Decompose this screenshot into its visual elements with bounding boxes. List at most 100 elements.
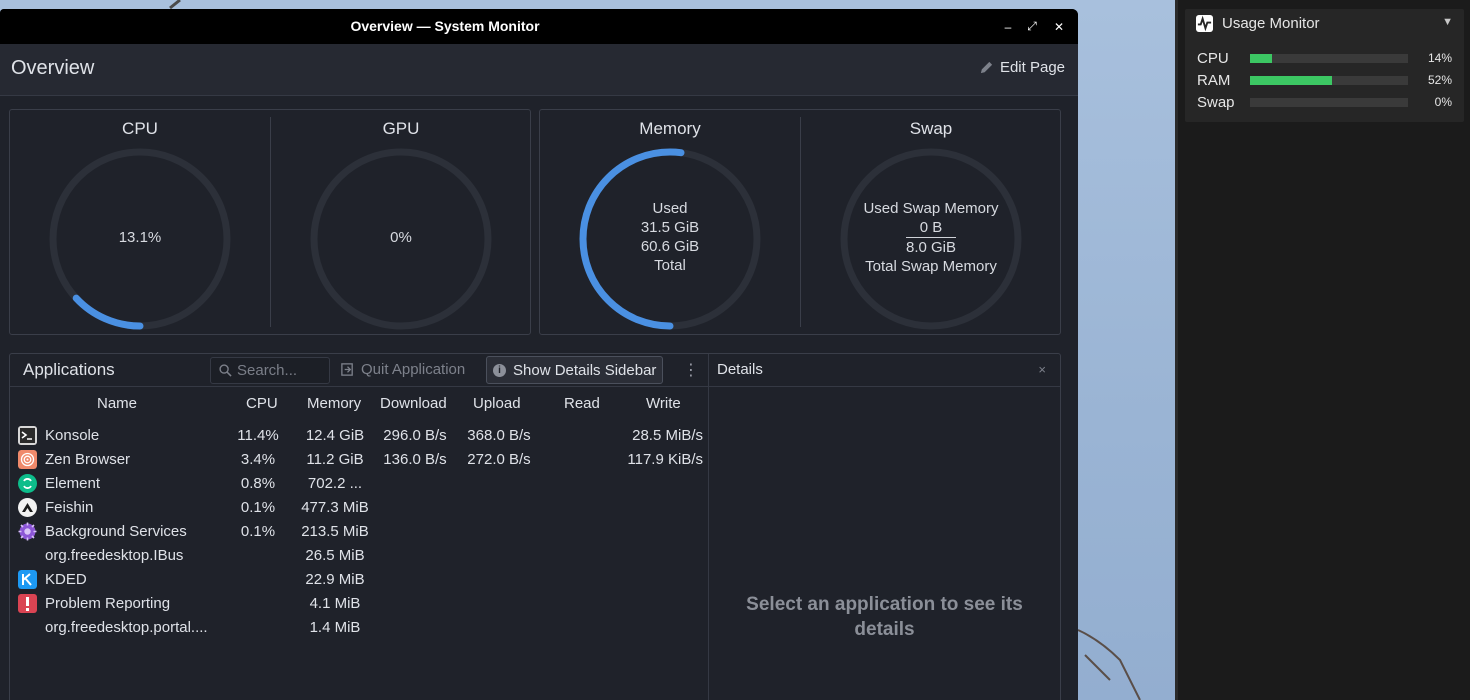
memory-cell: 477.3 MiB <box>301 499 369 516</box>
table-row[interactable]: org.freedesktop.IBus 26.5 MiB <box>10 544 708 568</box>
applications-title: Applications <box>23 360 115 379</box>
usage-bar-fill <box>1250 76 1333 85</box>
memory-cell: 26.5 MiB <box>305 547 365 564</box>
usage-value: 52% <box>1427 73 1452 87</box>
memory-cell: 702.2 ... <box>307 475 363 492</box>
app-name-cell: org.freedesktop.IBus <box>45 547 184 564</box>
write-cell: 117.9 KiB/s <box>627 451 703 468</box>
cpu-cell: 11.4% <box>237 427 279 444</box>
usage-row-swap: Swap 0% <box>1185 93 1464 113</box>
usage-label: CPU <box>1197 50 1229 67</box>
page-title: Overview <box>11 57 95 79</box>
cpu-cell: 3.4% <box>240 451 276 468</box>
memory-gauge-label: Used 31.5 GiB 60.6 GiB Total <box>580 199 760 275</box>
table-row[interactable]: Feishin 0.1% 477.3 MiB <box>10 496 708 520</box>
app-name-cell: Feishin <box>45 499 94 516</box>
close-icon[interactable]: ✕ <box>1046 9 1072 44</box>
table-row[interactable]: Konsole 11.4% 12.4 GiB 296.0 B/s 368.0 B/s 28… <box>10 424 708 448</box>
swap-used-value: 0 B <box>906 218 956 238</box>
memory-total-value: 60.6 GiB <box>640 238 700 255</box>
app-name-cell: KDED <box>45 571 87 588</box>
applications-toolbar: Applications Quit Application i Show Det… <box>10 354 708 387</box>
edit-page-button[interactable]: Edit Page <box>979 59 1065 76</box>
app-name-cell: Konsole <box>45 427 100 444</box>
memory-total-label: Total <box>654 257 686 274</box>
background-services-icon <box>18 522 37 541</box>
swap-gauge-title: Swap <box>909 119 953 138</box>
usage-value: 14% <box>1427 51 1452 65</box>
app-name-cell: Element <box>45 475 101 492</box>
memory-cell: 4.1 MiB <box>309 595 361 612</box>
table-row[interactable]: Background Services 0.1% 213.5 MiB <box>10 520 708 544</box>
column-header-write[interactable]: Write <box>646 395 681 412</box>
pencil-icon <box>980 61 993 74</box>
window-titlebar: Overview — System Monitor – ⤢ ✕ <box>0 9 1078 44</box>
edit-page-label: Edit Page <box>999 59 1065 76</box>
search-box[interactable] <box>210 357 330 384</box>
applications-panel: Applications Quit Application i Show Det… <box>9 353 1061 700</box>
window-title: Overview — System Monitor <box>350 18 540 34</box>
swap-gauge-label: Used Swap Memory 0 B 8.0 GiB Total Swap … <box>841 199 1021 276</box>
usage-monitor-widget: Usage Monitor ▼ CPU 14% RAM 52% Swap 0% <box>1185 9 1464 122</box>
quit-application-label: Quit Application <box>361 361 466 378</box>
close-details-icon[interactable]: × <box>1038 362 1046 377</box>
memory-cell: 1.4 MiB <box>309 619 361 636</box>
activity-icon <box>1196 15 1213 32</box>
usage-row-ram: RAM 52% <box>1185 71 1464 91</box>
page-header: Overview Edit Page <box>0 44 1078 96</box>
column-header-name[interactable]: Name <box>97 395 137 412</box>
table-header: Name CPU Memory Download Upload Read Wri… <box>10 388 708 418</box>
table-row[interactable]: Problem Reporting 4.1 MiB <box>10 592 708 616</box>
feishin-icon <box>18 498 37 517</box>
cpu-gpu-panel: CPU 13.1% GPU 0% <box>9 109 531 335</box>
table-row[interactable]: org.freedesktop.portal.... 1.4 MiB <box>10 616 708 640</box>
usage-row-cpu: CPU 14% <box>1185 49 1464 69</box>
download-cell: 136.0 B/s <box>383 451 447 468</box>
column-header-upload[interactable]: Upload <box>473 395 521 412</box>
element-icon <box>18 474 37 493</box>
search-input[interactable] <box>237 358 327 383</box>
swap-used-label: Used Swap Memory <box>863 200 999 217</box>
dropdown-arrow-icon[interactable]: ▼ <box>1442 16 1453 28</box>
more-options-icon[interactable]: ⋮ <box>683 360 699 380</box>
details-sidebar: Details × Select an application to see i… <box>708 354 1060 700</box>
details-empty-message: Select an application to see its details <box>746 594 1023 640</box>
usage-bar-fill <box>1250 54 1273 63</box>
memory-cell: 22.9 MiB <box>305 571 365 588</box>
app-name-cell: Problem Reporting <box>45 595 171 612</box>
usage-bar-track <box>1250 54 1408 63</box>
app-name-cell: Zen Browser <box>45 451 131 468</box>
table-row[interactable]: Zen Browser 3.4% 11.2 GiB 136.0 B/s 272.0 B/… <box>10 448 708 472</box>
column-header-read[interactable]: Read <box>564 395 600 412</box>
konsole-icon <box>18 426 37 445</box>
memory-swap-panel: Memory Used 31.5 GiB 60.6 GiB Total Swap… <box>539 109 1061 335</box>
memory-gauge-title: Memory <box>639 119 701 138</box>
exit-icon <box>341 363 353 376</box>
gpu-gauge-value: 0% <box>390 229 412 246</box>
maximize-icon[interactable]: ⤢ <box>1019 9 1045 44</box>
usage-monitor-title: Usage Monitor <box>1222 15 1320 32</box>
cpu-cell: 0.1% <box>240 499 276 516</box>
quit-application-button[interactable]: Quit Application <box>340 357 465 382</box>
minimize-icon[interactable]: – <box>995 9 1021 44</box>
show-details-sidebar-label: Show Details Sidebar <box>513 361 657 379</box>
app-name-cell: Background Services <box>45 523 187 540</box>
usage-bar-track <box>1250 98 1408 107</box>
column-header-cpu[interactable]: CPU <box>246 395 278 412</box>
memory-used-value: 31.5 GiB <box>640 219 700 236</box>
show-details-sidebar-button[interactable]: i Show Details Sidebar <box>486 356 664 384</box>
memory-used-label: Used <box>652 200 688 217</box>
table-row[interactable]: KDED 22.9 MiB <box>10 568 708 592</box>
column-header-memory[interactable]: Memory <box>307 395 361 412</box>
cpu-cell: 0.8% <box>240 475 276 492</box>
cpu-gauge-title: CPU <box>122 119 158 138</box>
download-cell: 296.0 B/s <box>383 427 447 444</box>
memory-cell: 213.5 MiB <box>301 523 369 540</box>
panel-divider <box>270 117 271 327</box>
column-header-download[interactable]: Download <box>380 395 447 412</box>
zen-browser-icon <box>18 450 37 469</box>
swap-total-label: Total Swap Memory <box>865 258 997 275</box>
usage-bar-track <box>1250 76 1408 85</box>
usage-monitor-header[interactable]: Usage Monitor ▼ <box>1185 9 1464 37</box>
table-row[interactable]: Element 0.8% 702.2 ... <box>10 472 708 496</box>
